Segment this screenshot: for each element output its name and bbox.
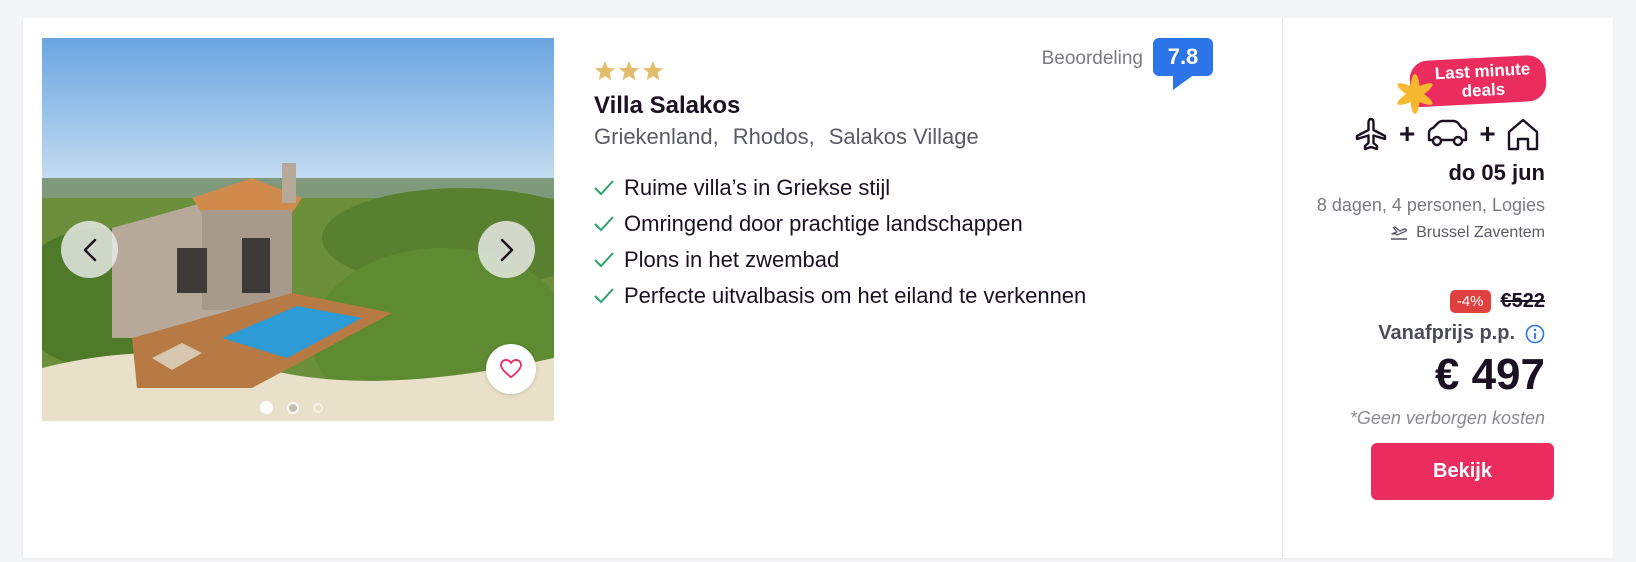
carousel-dot[interactable] (313, 402, 323, 413)
feature-list: Ruime villa’s in Griekse stijl Omringend… (594, 170, 1086, 314)
no-hidden-costs-note: *Geen verborgen kosten (1349, 408, 1545, 428)
location-country: Griekenland, (594, 124, 719, 149)
feature-text: Ruime villa’s in Griekse stijl (624, 175, 891, 200)
trip-details: 8 dagen, 4 personen, Logies (1316, 195, 1545, 215)
carousel-dot[interactable] (260, 401, 273, 414)
price: € 497 (1434, 350, 1545, 399)
location-island: Rhodos, (732, 124, 815, 149)
sparkle-icon (1397, 74, 1433, 114)
hotel-star-rating (594, 60, 664, 81)
feature-item: Perfecte uitvalbasis om het eiland te ve… (594, 278, 1086, 314)
feature-text: Omringend door prachtige landschappen (624, 211, 1023, 236)
from-price-label: Vanafprijs p.p. (1378, 322, 1515, 344)
car-icon (1428, 119, 1468, 147)
old-price: €522 (1500, 290, 1546, 312)
chevron-right-icon (500, 238, 513, 261)
package-contents: + + (1353, 116, 1540, 152)
departure-date: do 05 jun (1448, 160, 1545, 185)
discount-badge: -4% (1449, 290, 1491, 313)
plane-icon (1355, 117, 1387, 151)
check-icon (594, 288, 616, 304)
carousel-dots (260, 401, 323, 414)
star-icon (618, 60, 640, 81)
heart-icon (500, 359, 522, 379)
feature-item: Plons in het zwembad (594, 242, 1086, 278)
from-price-row: Vanafprijs p.p. (1378, 322, 1545, 345)
plus-sign: + (1479, 118, 1496, 149)
hotel-location: Griekenland, Rhodos, Salakos Village (594, 124, 979, 150)
hotel-photo (42, 38, 554, 421)
star-icon (642, 60, 664, 81)
check-icon (594, 252, 616, 268)
plane-departure-icon (1391, 226, 1408, 240)
hotel-card[interactable]: Villa Salakos Griekenland, Rhodos, Salak… (23, 18, 1613, 558)
chevron-left-icon (83, 238, 96, 261)
carousel-dot[interactable] (287, 401, 299, 414)
feature-text: Plons in het zwembad (624, 247, 840, 272)
column-divider (1282, 18, 1283, 558)
feature-item: Ruime villa’s in Griekse stijl (594, 170, 1086, 206)
view-deal-button[interactable]: Bekijk (1371, 443, 1554, 500)
feature-item: Omringend door prachtige landschappen (594, 206, 1086, 242)
favorite-button[interactable] (486, 344, 536, 394)
airport-name: Brussel Zaventem (1416, 224, 1545, 241)
rating-badge-tail (1173, 74, 1195, 90)
hotel-photo-carousel[interactable] (42, 38, 554, 421)
discount-row: -4% €522 (1449, 290, 1546, 313)
info-icon[interactable] (1525, 324, 1545, 344)
star-icon (594, 60, 616, 81)
previous-photo-button[interactable] (61, 221, 118, 278)
home-icon (1507, 118, 1538, 151)
feature-text: Perfecte uitvalbasis om het eiland te ve… (624, 283, 1087, 308)
location-village: Salakos Village (828, 124, 979, 149)
hotel-name[interactable]: Villa Salakos (594, 92, 740, 120)
check-icon (594, 216, 616, 232)
rating-label: Beoordeling (1041, 48, 1143, 69)
plus-sign: + (1399, 118, 1416, 149)
next-photo-button[interactable] (478, 221, 535, 278)
departure-airport: Brussel Zaventem (1390, 224, 1545, 242)
rating-score-badge[interactable]: 7.8 (1153, 38, 1213, 76)
check-icon (594, 180, 616, 196)
